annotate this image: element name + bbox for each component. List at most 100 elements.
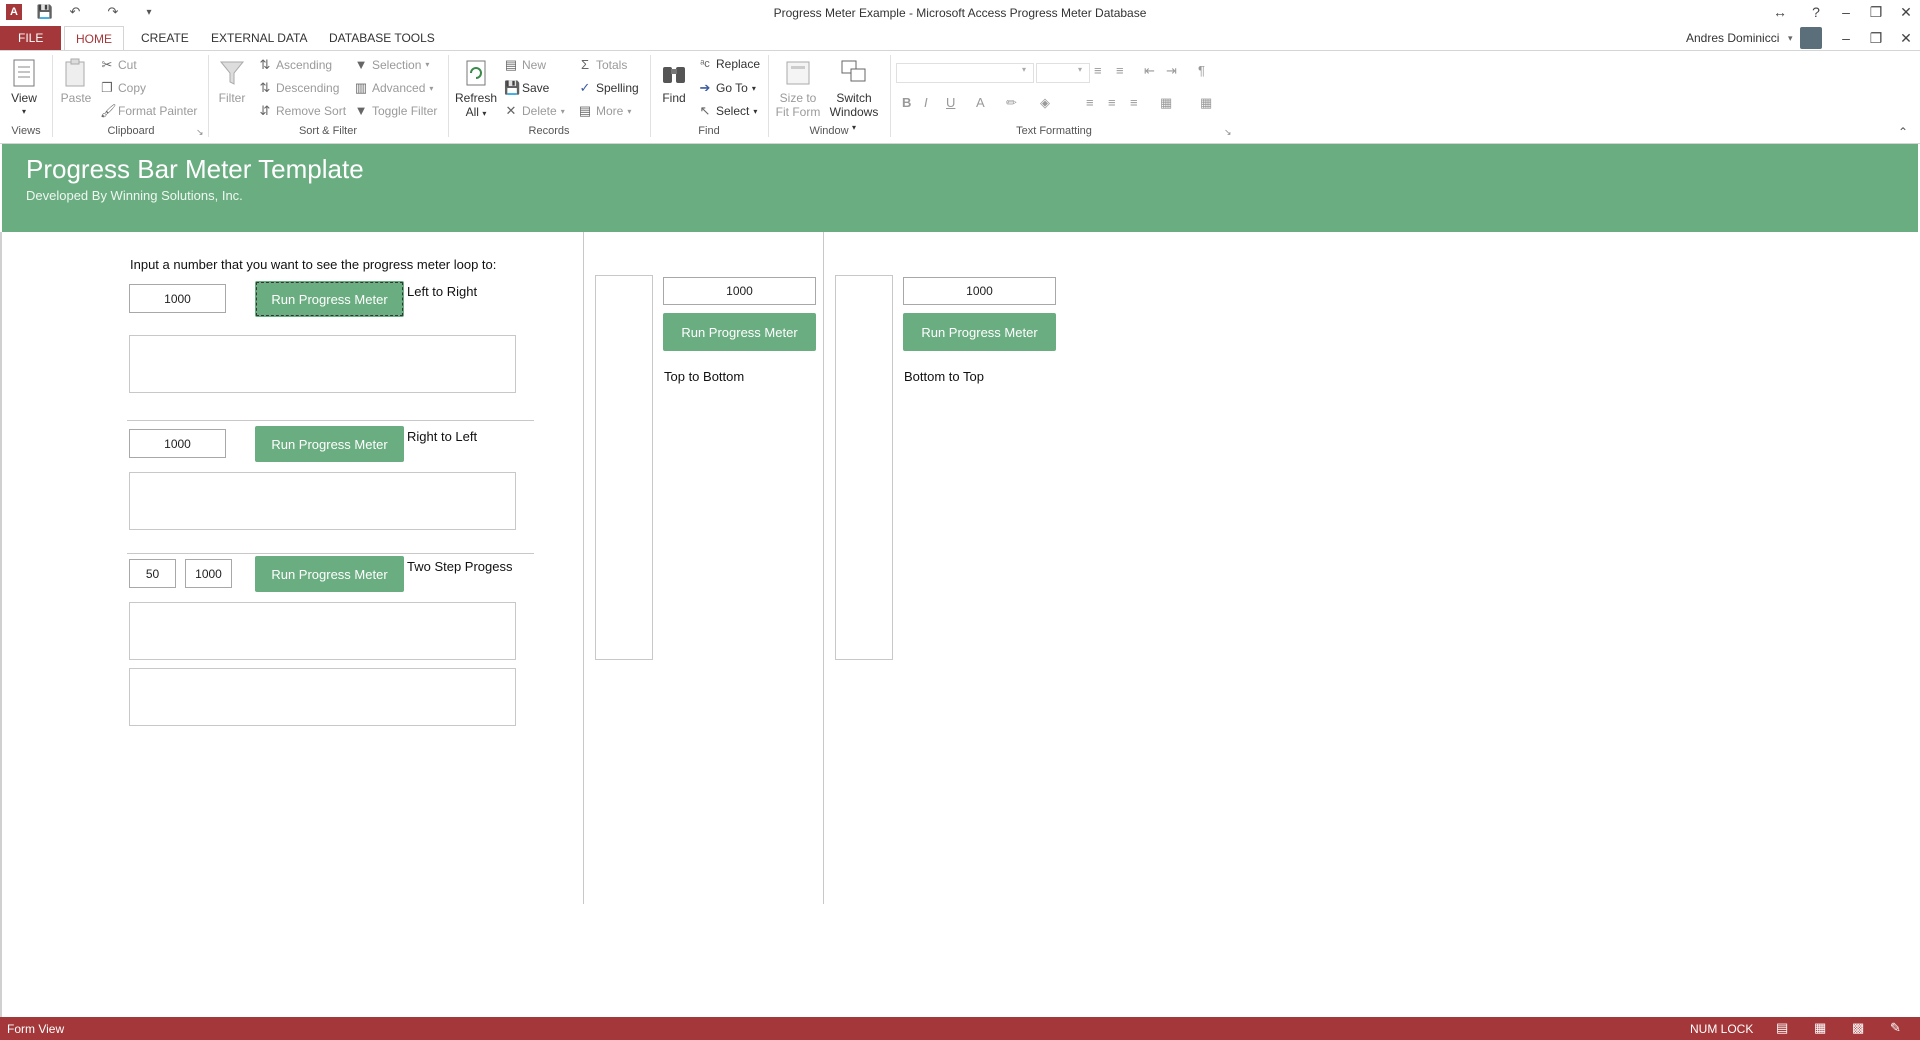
datasheet-view-icon[interactable]: ▦ [1814,1020,1826,1036]
save-record-button[interactable]: 💾 Save [504,80,549,96]
bold-button[interactable]: B [902,95,911,110]
run-right-to-left-button[interactable]: Run Progress Meter [255,426,404,462]
italic-button[interactable]: I [924,95,928,110]
spelling-button[interactable]: ✓ Spelling [578,80,639,96]
design-view-icon[interactable]: ✎ [1890,1020,1901,1036]
selection-filter-icon: ▼ [354,57,368,72]
fill-color-icon[interactable]: ◈ [1040,95,1050,111]
toggle-filter-icon: ▼ [354,103,368,118]
bottom-to-top-progress-meter [835,275,893,660]
top-to-bottom-label: Top to Bottom [664,369,745,384]
cut-button[interactable]: ✂ Cut [100,57,137,73]
tab-create[interactable]: CREATE [130,26,200,50]
resize-arrows-icon[interactable]: ↔ [1766,2,1794,22]
delete-dropdown-icon: ▾ [560,106,565,116]
avatar[interactable] [1800,27,1822,49]
advanced-button[interactable]: ▥ Advanced ▾ [354,80,434,96]
descending-button[interactable]: ⇅ Descending [258,80,340,96]
refresh-all-button[interactable]: Refresh All ▾ [454,57,498,121]
bullets-icon[interactable]: ≡ [1094,63,1102,78]
highlight-icon[interactable]: ✏ [1006,95,1017,111]
collapse-ribbon-icon[interactable]: ⌃ [1898,125,1908,139]
delete-button[interactable]: ✕ Delete ▾ [504,103,565,119]
switch-windows-button[interactable]: Switch Windows ▾ [826,57,882,135]
totals-button[interactable]: Σ Totals [578,57,627,72]
filter-button[interactable]: Filter [216,57,248,105]
size-to-label: Size to [779,91,817,105]
replace-button[interactable]: ᵃc Replace [698,57,760,71]
run-top-to-bottom-button[interactable]: Run Progress Meter [663,313,816,351]
text-direction-icon[interactable]: ¶ [1198,63,1205,78]
align-right-icon[interactable]: ≡ [1130,95,1138,110]
new-record-button[interactable]: ▤ New [504,57,546,73]
dialog-launcher-icon[interactable]: ↘ [196,127,204,138]
more-button[interactable]: ▤ More ▾ [578,103,632,119]
run-left-to-right-button[interactable]: Run Progress Meter [255,281,404,317]
ascending-button[interactable]: ⇅ Ascending [258,57,333,73]
funnel-icon [219,61,245,85]
minimize-button[interactable]: – [1832,2,1860,22]
remove-sort-button[interactable]: ⇵ Remove Sort [258,103,346,119]
window-title: Progress Meter Example - Microsoft Acces… [773,6,1147,20]
top-to-bottom-count-input[interactable]: 1000 [663,277,816,305]
two-step-progress-meter-1 [129,602,516,660]
run-bottom-to-top-button[interactable]: Run Progress Meter [903,313,1056,351]
two-step-count-input[interactable]: 1000 [185,559,232,588]
refresh-label: Refresh [454,91,498,105]
run-two-step-button[interactable]: Run Progress Meter [255,556,404,592]
user-dropdown-icon[interactable]: ▾ [1788,33,1793,44]
form-title: Progress Bar Meter Template [26,154,364,184]
brush-icon: 🖌 [100,103,117,118]
format-painter-button[interactable]: 🖌 Format Painter [100,103,197,119]
doc-close-button[interactable]: ✕ [1892,28,1920,48]
size-to-fit-form-button[interactable]: Size to Fit Form [774,57,822,119]
group-window-label: Window [809,125,849,137]
text-formatting-launcher-icon[interactable]: ↘ [1224,127,1232,138]
doc-restore-button[interactable]: ❐ [1862,28,1890,48]
gridlines-icon[interactable]: ▦ [1200,95,1212,111]
select-label: Select [716,104,750,118]
tab-external-data[interactable]: EXTERNAL DATA [200,26,318,50]
sort-descending-icon: ⇅ [259,80,271,95]
bottom-to-top-count-input[interactable]: 1000 [903,277,1056,305]
underline-button[interactable]: U [946,95,955,110]
tab-database-tools[interactable]: DATABASE TOOLS [318,26,446,50]
selection-button[interactable]: ▼ Selection ▾ [354,57,430,72]
delete-x-icon: ✕ [505,103,517,118]
paste-label: Paste [60,91,92,105]
increase-indent-icon[interactable]: ⇥ [1166,63,1177,79]
tab-file[interactable]: FILE [0,26,62,50]
align-left-icon[interactable]: ≡ [1086,95,1094,110]
group-records-label: Records [528,125,570,137]
close-button[interactable]: ✕ [1892,2,1920,22]
left-to-right-count-input[interactable]: 1000 [129,284,226,313]
sort-ascending-icon: ⇅ [259,57,271,72]
two-step-step-input[interactable]: 50 [129,559,176,588]
font-color-icon[interactable]: A [976,95,985,110]
align-center-icon[interactable]: ≡ [1108,95,1116,110]
toggle-filter-button[interactable]: ▼ Toggle Filter [354,103,438,118]
group-clipboard-label: Clipboard [107,125,155,137]
selection-label: Selection [372,57,422,72]
layout-view-icon[interactable]: ▩ [1852,1020,1864,1036]
alternate-row-color-icon[interactable]: ▦ [1160,95,1172,111]
find-label: Find [662,91,686,105]
find-button[interactable]: Find [656,57,692,105]
cut-label: Cut [118,58,137,72]
form-view-icon[interactable]: ▤ [1776,1020,1788,1036]
select-button[interactable]: ↖ Select ▾ [698,103,758,119]
font-name-select[interactable] [896,63,1034,83]
numbering-icon[interactable]: ≡ [1116,63,1124,78]
user-name[interactable]: Andres Dominicci [1686,31,1779,45]
sigma-icon: Σ [580,57,590,72]
restore-button[interactable]: ❐ [1862,2,1890,22]
view-button[interactable]: View ▾ [8,57,40,119]
paste-button[interactable]: Paste [58,57,94,105]
goto-button[interactable]: ➔ Go To ▾ [698,80,756,96]
copy-button[interactable]: ❐ Copy [100,80,146,96]
tab-home[interactable]: HOME [64,26,124,51]
doc-minimize-button[interactable]: – [1832,28,1860,48]
decrease-indent-icon[interactable]: ⇤ [1144,63,1155,79]
right-to-left-count-input[interactable]: 1000 [129,429,226,458]
help-icon[interactable]: ? [1802,2,1830,22]
